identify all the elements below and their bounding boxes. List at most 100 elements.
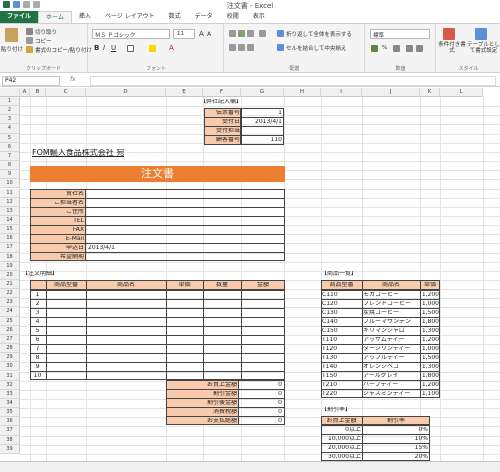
comma-style-icon[interactable]: [393, 45, 400, 52]
row-header[interactable]: 2: [0, 106, 20, 116]
merge-center-button[interactable]: セルを結合して中央揃え: [286, 44, 346, 52]
row-header[interactable]: 11: [0, 188, 20, 198]
row-header[interactable]: 13: [0, 206, 20, 216]
conditional-format-button[interactable]: 条件付き書式: [438, 42, 466, 54]
office-field-value[interactable]: 110: [242, 137, 282, 143]
paste-button[interactable]: 貼り付け: [1, 45, 23, 53]
column-header[interactable]: I: [321, 88, 362, 97]
row-header[interactable]: 26: [0, 325, 20, 335]
column-header[interactable]: E: [166, 88, 203, 97]
row-header[interactable]: 15: [0, 225, 20, 235]
row-header[interactable]: 22: [0, 289, 20, 299]
row-header[interactable]: 17: [0, 243, 20, 253]
table-row[interactable]: [46, 362, 285, 371]
column-header[interactable]: D: [86, 88, 166, 97]
row-header[interactable]: 20: [0, 270, 20, 280]
wrap-text-button[interactable]: 折り返して全体を表示する: [286, 30, 352, 38]
row-header[interactable]: 19: [0, 261, 20, 271]
row-header[interactable]: 35: [0, 408, 20, 418]
formula-input[interactable]: [90, 76, 496, 86]
row-header[interactable]: 1: [0, 97, 20, 107]
table-row[interactable]: [46, 317, 285, 326]
row-header[interactable]: 29: [0, 353, 20, 363]
tab-view[interactable]: 表示: [246, 11, 272, 23]
row-header[interactable]: 10: [0, 179, 20, 189]
align-bottom-icon[interactable]: [247, 30, 254, 37]
align-right-icon[interactable]: [247, 44, 254, 51]
format-as-table-icon[interactable]: [475, 28, 487, 40]
italic-icon[interactable]: I: [103, 44, 105, 52]
copy-icon[interactable]: [26, 37, 33, 44]
column-header[interactable]: J: [362, 88, 420, 97]
borders-icon[interactable]: [127, 45, 134, 52]
row-header[interactable]: 31: [0, 371, 20, 381]
underline-icon[interactable]: U: [111, 44, 116, 52]
table-row[interactable]: [46, 308, 285, 317]
format-painter-button[interactable]: 書式のコピー/貼り付け: [35, 46, 92, 54]
row-header[interactable]: 23: [0, 298, 20, 308]
row-header[interactable]: 9: [0, 170, 20, 180]
office-field-value[interactable]: 1: [242, 110, 282, 116]
table-row[interactable]: [46, 335, 285, 344]
paste-icon[interactable]: [5, 28, 18, 42]
currency-icon[interactable]: [371, 45, 378, 52]
tab-file[interactable]: ファイル: [0, 11, 39, 23]
align-left-icon[interactable]: [229, 44, 236, 51]
name-box[interactable]: P42: [2, 76, 60, 86]
row-header[interactable]: 36: [0, 417, 20, 427]
tab-home[interactable]: ホーム: [38, 11, 72, 23]
shrink-font-icon[interactable]: A: [207, 31, 211, 38]
scissors-icon[interactable]: [26, 28, 33, 35]
row-header[interactable]: 32: [0, 380, 20, 390]
row-header[interactable]: 28: [0, 344, 20, 354]
row-header[interactable]: 16: [0, 234, 20, 244]
row-header[interactable]: 30: [0, 362, 20, 372]
conditional-format-icon[interactable]: [443, 28, 455, 40]
tab-insert[interactable]: 挿入: [72, 11, 98, 23]
row-header[interactable]: 4: [0, 124, 20, 134]
cut-button[interactable]: 切り取り: [35, 28, 57, 36]
row-header[interactable]: 12: [0, 197, 20, 207]
row-header[interactable]: 25: [0, 316, 20, 326]
customer-field-value[interactable]: 2013/4/1: [88, 245, 278, 251]
increase-decimal-icon[interactable]: [406, 45, 413, 52]
align-middle-icon[interactable]: [238, 30, 245, 37]
align-center-icon[interactable]: [238, 44, 245, 51]
table-row[interactable]: [46, 353, 285, 362]
column-header[interactable]: K: [420, 88, 440, 97]
row-header[interactable]: 6: [0, 142, 20, 152]
row-header[interactable]: 37: [0, 426, 20, 436]
tab-review[interactable]: 校閲: [220, 11, 246, 23]
table-row[interactable]: [46, 344, 285, 353]
orientation-icon[interactable]: [259, 30, 266, 37]
wrap-text-icon[interactable]: [277, 30, 284, 37]
table-row[interactable]: [46, 326, 285, 335]
table-row[interactable]: [46, 290, 285, 299]
office-field-value[interactable]: 2013/4/1: [242, 119, 282, 125]
copy-button[interactable]: コピー: [35, 37, 52, 45]
table-row[interactable]: [46, 371, 285, 380]
row-header[interactable]: 5: [0, 133, 20, 143]
format-painter-icon[interactable]: [26, 46, 33, 53]
row-header[interactable]: 27: [0, 334, 20, 345]
column-header[interactable]: G: [241, 88, 284, 97]
row-header[interactable]: 18: [0, 252, 20, 262]
row-header[interactable]: 14: [0, 215, 20, 226]
merge-center-icon[interactable]: [277, 44, 284, 51]
percent-icon[interactable]: %: [382, 45, 387, 51]
column-header[interactable]: L: [440, 88, 483, 97]
column-header[interactable]: B: [30, 88, 46, 97]
row-header[interactable]: 33: [0, 389, 20, 399]
row-header[interactable]: 7: [0, 151, 20, 162]
row-header[interactable]: 34: [0, 398, 20, 409]
column-header[interactable]: A: [20, 88, 30, 97]
select-all-corner[interactable]: [0, 88, 20, 97]
grow-font-icon[interactable]: A: [199, 30, 204, 38]
row-header[interactable]: 38: [0, 435, 20, 445]
row-header[interactable]: 39: [0, 444, 20, 454]
fill-color-icon[interactable]: [149, 45, 156, 52]
tab-page-layout[interactable]: ページ レイアウト: [98, 11, 162, 23]
decrease-decimal-icon[interactable]: [416, 45, 423, 52]
row-header[interactable]: 8: [0, 161, 20, 171]
align-top-icon[interactable]: [229, 30, 236, 37]
